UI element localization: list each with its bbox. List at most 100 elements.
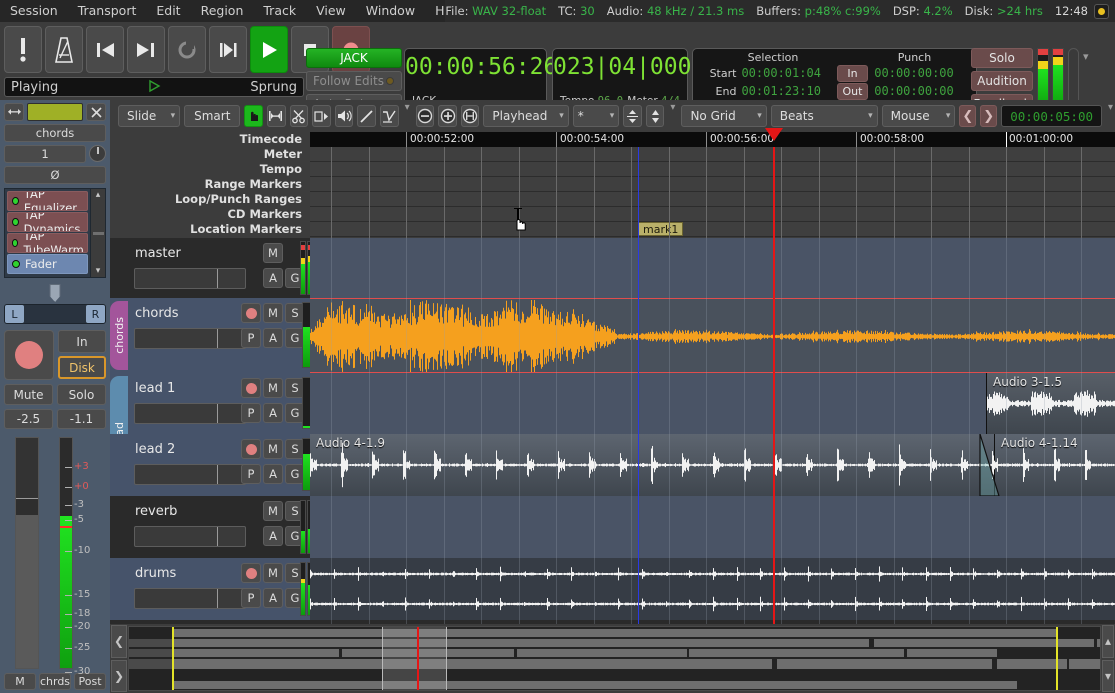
- phase-invert-button[interactable]: Ø: [4, 166, 106, 184]
- track-record-button[interactable]: [241, 563, 261, 583]
- range-markers-ruler[interactable]: [310, 177, 1115, 192]
- menu-region[interactable]: Region: [191, 0, 254, 22]
- loop-button[interactable]: [168, 26, 206, 73]
- gain-fader[interactable]: [15, 437, 39, 669]
- solo-button[interactable]: Solo: [57, 384, 106, 405]
- playhead-marker-icon[interactable]: [765, 128, 783, 141]
- punch-out-value[interactable]: 00:00:00:00: [874, 84, 976, 98]
- track-mute-button[interactable]: M: [263, 501, 283, 521]
- punch-in-button[interactable]: In: [837, 65, 869, 82]
- track-name-label[interactable]: master: [135, 246, 181, 261]
- track-row[interactable]: chords chords M S P A G: [110, 298, 1115, 373]
- strip-number-button[interactable]: 1: [4, 145, 86, 163]
- menu-track[interactable]: Track: [253, 0, 306, 22]
- mute-button[interactable]: Mute: [4, 384, 53, 405]
- ruler-label-timecode[interactable]: Timecode: [110, 132, 310, 147]
- track-automation-button[interactable]: A: [263, 526, 283, 546]
- ruler-label-range-markers[interactable]: Range Markers: [110, 177, 310, 192]
- stretch-tool-icon[interactable]: [312, 105, 331, 127]
- shrink-tracks-button[interactable]: [623, 105, 642, 127]
- scroll-up-icon[interactable]: ▴: [1102, 625, 1114, 658]
- close-icon[interactable]: [86, 103, 106, 121]
- processor-led-icon[interactable]: [12, 260, 20, 268]
- tempo-ruler[interactable]: [310, 162, 1115, 177]
- expand-tracks-button[interactable]: [646, 105, 665, 127]
- track-row[interactable]: lead lead 1 M S P A G Audio 3-1.5: [110, 373, 1115, 434]
- track-canvas-master[interactable]: [310, 238, 1115, 298]
- track-automation-button[interactable]: A: [263, 403, 283, 423]
- loop-punch-ruler[interactable]: [310, 192, 1115, 207]
- track-name-label[interactable]: drums: [135, 566, 176, 581]
- processor-item[interactable]: TAP Dynamics: [7, 212, 88, 232]
- punch-in-value[interactable]: 00:00:00:00: [874, 66, 976, 80]
- track-playlist-button[interactable]: P: [241, 403, 261, 423]
- audition-tool-icon[interactable]: [335, 105, 354, 127]
- processor-box[interactable]: TAP Equalizer TAP Dynamics TAP TubeWarm …: [4, 188, 106, 278]
- track-mute-button[interactable]: M: [263, 378, 283, 398]
- zoom-out-button[interactable]: [416, 105, 435, 127]
- ruler-label-location-markers[interactable]: Location Markers: [110, 222, 310, 237]
- track-mute-button[interactable]: M: [263, 563, 283, 583]
- location-markers-ruler[interactable]: mark1: [310, 222, 1115, 237]
- goto-start-button[interactable]: [86, 26, 124, 73]
- monitor-input-button[interactable]: In: [58, 330, 106, 353]
- monitor-disk-button[interactable]: Disk: [58, 356, 106, 379]
- play-range-button[interactable]: [209, 26, 247, 73]
- punch-out-button[interactable]: Out: [837, 83, 869, 100]
- track-record-button[interactable]: [241, 378, 261, 398]
- grab-tool-icon[interactable]: [244, 105, 263, 127]
- track-header-drums[interactable]: drums M S P A G: [110, 558, 310, 620]
- processor-led-icon[interactable]: [12, 239, 18, 247]
- ruler-label-meter[interactable]: Meter: [110, 147, 310, 162]
- gain-display[interactable]: -2.5: [4, 409, 53, 429]
- menu-window[interactable]: Window: [356, 0, 425, 22]
- track-canvas-drums[interactable]: [310, 558, 1115, 620]
- track-automation-button[interactable]: A: [263, 328, 283, 348]
- track-header-lead1[interactable]: lead lead 1 M S P A G: [110, 373, 310, 434]
- track-gain-fader[interactable]: [134, 403, 246, 424]
- summary-view[interactable]: [128, 626, 1101, 691]
- track-header-lead2[interactable]: lead 2 M S P A G: [110, 434, 310, 496]
- selection-start-value[interactable]: 00:00:01:04: [741, 66, 836, 80]
- track-header-master[interactable]: master M A G: [110, 238, 310, 298]
- timecode-ruler[interactable]: 00:00:52:00 00:00:54:00 00:00:56:00 00:0…: [310, 132, 1115, 147]
- zoom-to-session-button[interactable]: [461, 105, 480, 127]
- menu-session[interactable]: Session: [0, 0, 68, 22]
- menu-transport[interactable]: Transport: [68, 0, 147, 22]
- track-row[interactable]: master M A G: [110, 238, 1115, 298]
- edit-tool-icon[interactable]: [380, 105, 399, 127]
- track-name-label[interactable]: lead 2: [135, 442, 175, 457]
- snap-unit-selector[interactable]: Beats▾: [771, 105, 878, 127]
- strip-width-button[interactable]: [4, 103, 24, 121]
- track-playlist-button[interactable]: P: [241, 328, 261, 348]
- record-enable-button[interactable]: [4, 330, 54, 380]
- zoom-in-button[interactable]: [438, 105, 457, 127]
- track-gain-fader[interactable]: [134, 588, 246, 609]
- midi-panic-button[interactable]: [4, 26, 42, 73]
- edit-mode-selector[interactable]: Slide▾: [118, 105, 180, 127]
- smart-mode-button[interactable]: Smart: [184, 105, 240, 127]
- track-canvas-reverb[interactable]: [310, 496, 1115, 558]
- location-marker[interactable]: mark1: [638, 222, 683, 236]
- strip-name-button[interactable]: chords: [4, 124, 106, 142]
- jack-sync-button[interactable]: JACK: [306, 48, 402, 68]
- scroll-right-icon[interactable]: ❯: [111, 660, 127, 693]
- tools-chevron-down-icon[interactable]: ▾: [403, 102, 412, 113]
- track-canvas-lead2[interactable]: Audio 4-1.9 Audio 4-1.14: [310, 434, 1115, 496]
- trim-knob[interactable]: [89, 145, 106, 162]
- meter-ruler[interactable]: [310, 147, 1115, 162]
- nudge-forward-button[interactable]: ❯: [980, 105, 997, 127]
- ruler-label-tempo[interactable]: Tempo: [110, 162, 310, 177]
- nudge-backward-button[interactable]: ❮: [959, 105, 976, 127]
- ruler-label-loop-punch[interactable]: Loop/Punch Ranges: [110, 192, 310, 207]
- follow-edits-button[interactable]: Follow Edits: [306, 71, 402, 91]
- selection-end-value[interactable]: 00:01:23:10: [741, 84, 836, 98]
- shuttle-control[interactable]: Playing Sprung: [4, 77, 304, 97]
- track-name-label[interactable]: lead 1: [135, 381, 175, 396]
- pan-handle[interactable]: [50, 284, 61, 302]
- track-record-button[interactable]: [241, 303, 261, 323]
- scroll-left-icon[interactable]: ❮: [111, 625, 127, 658]
- marker-selector[interactable]: *▾: [573, 105, 620, 127]
- strip-meter[interactable]: [59, 437, 73, 669]
- audio-region[interactable]: [310, 298, 1115, 373]
